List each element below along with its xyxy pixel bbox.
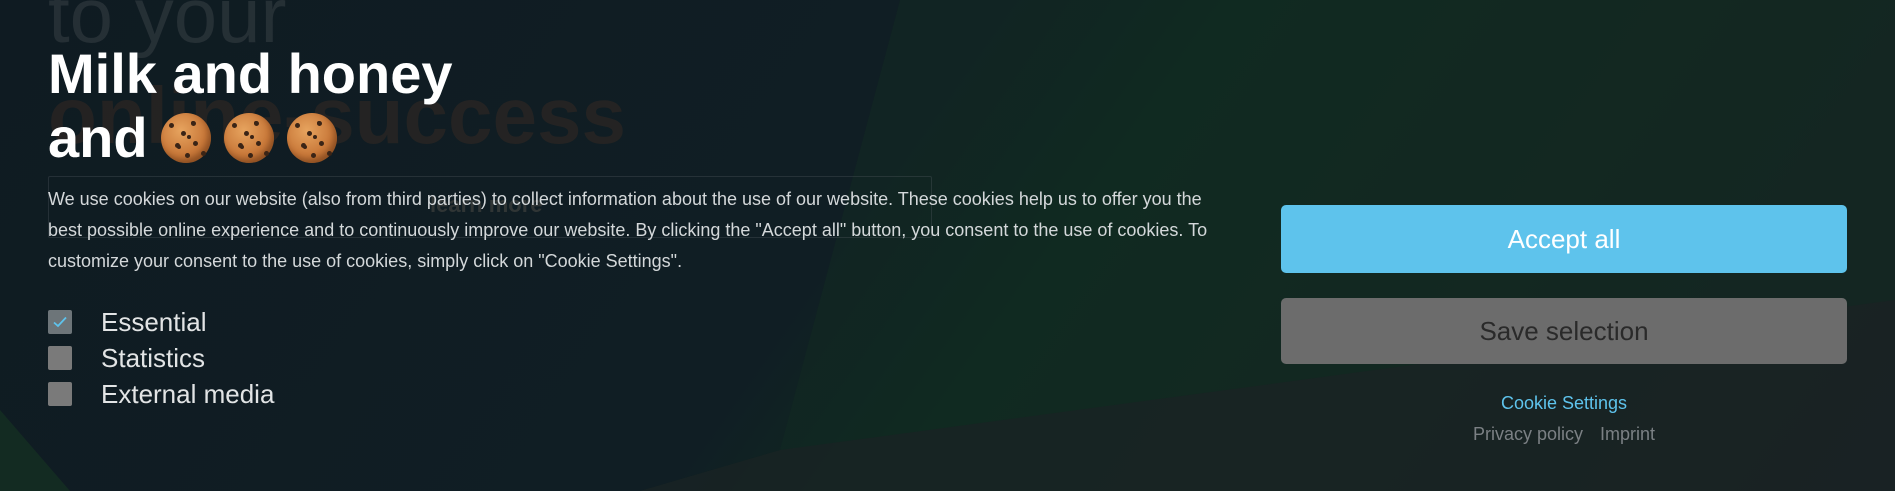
- statistics-label: Statistics: [101, 342, 206, 373]
- option-external-media[interactable]: External media: [48, 376, 274, 412]
- save-selection-button[interactable]: Save selection: [1281, 298, 1847, 364]
- statistics-checkbox[interactable]: [48, 346, 72, 370]
- privacy-policy-link[interactable]: Privacy policy: [1473, 424, 1583, 444]
- banner-title: Milk and honey and: [48, 42, 453, 170]
- essential-checkbox[interactable]: [48, 310, 72, 334]
- banner-title-line2: and: [48, 106, 453, 170]
- cookie-icon: [223, 113, 274, 163]
- banner-description: We use cookies on our website (also from…: [48, 189, 1208, 271]
- banner-title-and: and: [48, 106, 148, 169]
- accept-all-button[interactable]: Accept all: [1281, 205, 1847, 273]
- cookie-settings-link[interactable]: Cookie Settings: [1281, 393, 1847, 414]
- cookie-consent-banner: Milk and honey and We use cookies on our…: [0, 0, 1895, 491]
- legal-links: Privacy policy Imprint: [1281, 424, 1847, 445]
- cookie-icon: [160, 113, 211, 163]
- consent-options: Essential Statistics External media: [48, 304, 274, 412]
- external-media-checkbox[interactable]: [48, 382, 72, 406]
- option-essential[interactable]: Essential: [48, 304, 274, 340]
- cookie-icon: [286, 113, 337, 163]
- page-background: to your online-success learn more Milk a…: [0, 0, 1895, 491]
- checkmark-icon: [53, 316, 67, 328]
- external-media-label: External media: [101, 378, 275, 409]
- option-statistics[interactable]: Statistics: [48, 340, 274, 376]
- essential-label: Essential: [101, 306, 207, 337]
- banner-title-line1: Milk and honey: [48, 42, 453, 105]
- imprint-link[interactable]: Imprint: [1600, 424, 1655, 444]
